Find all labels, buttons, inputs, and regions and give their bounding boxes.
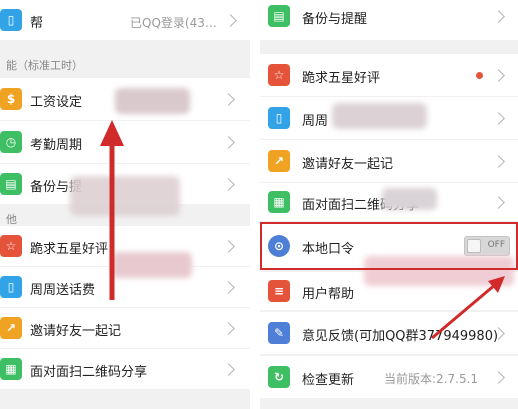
annotation-arrow-diagonal	[431, 276, 505, 340]
